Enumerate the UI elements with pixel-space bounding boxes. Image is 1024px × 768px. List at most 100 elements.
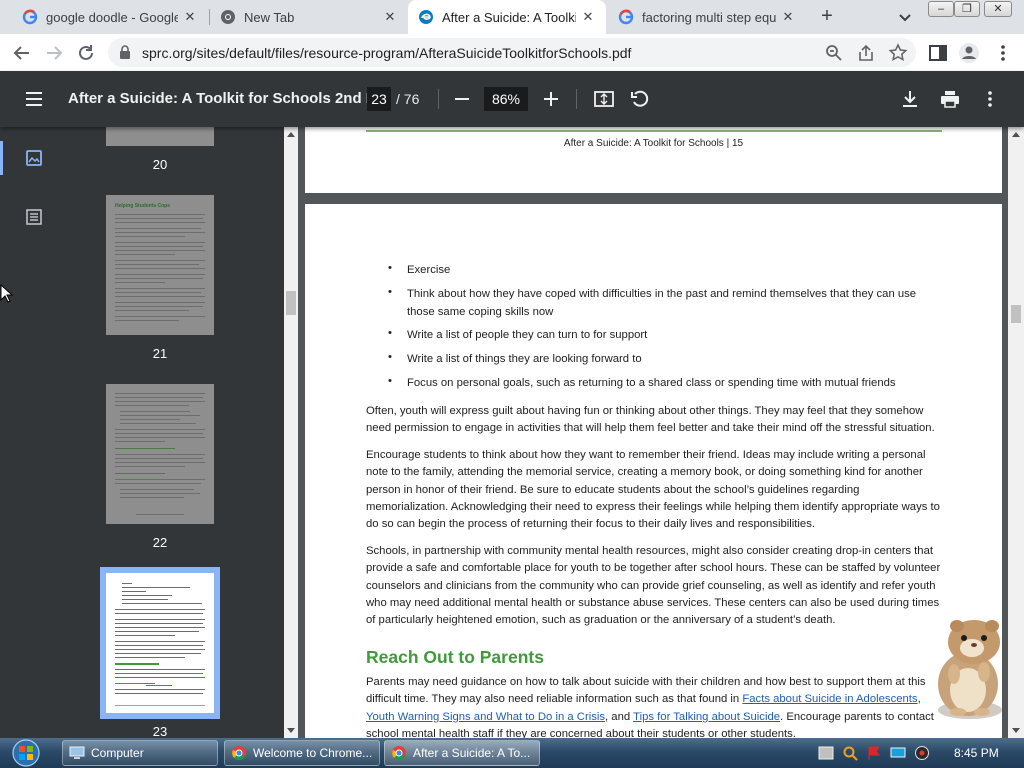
share-icon[interactable] [856, 43, 876, 63]
more-actions-icon[interactable] [979, 88, 1001, 110]
taskbar-item-after-a-suicide[interactable]: After a Suicide: A To... [384, 740, 540, 766]
page-label-21: 21 [152, 346, 168, 361]
side-panel-icon[interactable] [927, 42, 949, 64]
page-thumbnail-21[interactable]: Helping Students Cope [106, 195, 214, 335]
bullet-icon: • [388, 351, 392, 363]
thumbnail-heading: Helping Students Cope [115, 203, 170, 209]
paragraph: Schools, in partnership with community m… [366, 545, 941, 627]
bullet-item: Write a list of people they can turn to … [407, 329, 648, 341]
chevron-down-icon[interactable] [896, 8, 914, 26]
link-tips-talking[interactable]: Tips for Talking about Suicide [633, 711, 780, 723]
page-label-23: 23 [152, 724, 168, 738]
tray-app-icon[interactable] [818, 745, 834, 761]
restore-button[interactable]: ❐ [954, 1, 980, 17]
bullet-item: Exercise [407, 264, 451, 276]
scroll-down-icon[interactable] [287, 728, 295, 733]
computer-icon [69, 746, 85, 759]
windows-taskbar: Computer Welcome to Chrome... After a Su… [0, 738, 1024, 768]
browser-menu-icon[interactable] [992, 42, 1014, 64]
bullet-item: Write a list of things they are looking … [407, 353, 642, 365]
bookmark-star-icon[interactable] [888, 43, 908, 63]
tab-title: New Tab [244, 9, 295, 25]
google-icon [22, 9, 38, 25]
chrome-icon [392, 746, 406, 760]
tab-title: factoring multi step equa [642, 9, 776, 25]
hamburger-menu-icon[interactable] [24, 89, 44, 109]
page-thumbnail-23-selected[interactable] [100, 567, 220, 719]
paragraph: Often, youth will express guilt about ha… [366, 405, 935, 435]
link-facts-about-suicide[interactable]: Facts about Suicide in Adolescents [742, 693, 917, 705]
sidebar-scrollbar[interactable] [284, 127, 298, 738]
tab-google-doodle[interactable]: google doodle - Google S ✕ [12, 0, 208, 34]
taskbar-item-computer[interactable]: Computer [62, 740, 218, 766]
close-tab-icon[interactable]: ✕ [580, 9, 596, 25]
scroll-down-icon[interactable] [1012, 728, 1020, 733]
thumbnails-view-icon[interactable] [25, 149, 43, 167]
display-icon[interactable] [890, 745, 906, 761]
start-orb-icon[interactable] [6, 738, 46, 768]
print-icon[interactable] [939, 88, 961, 110]
taskbar-item-welcome-chrome[interactable]: Welcome to Chrome... [224, 740, 380, 766]
zoom-level-input[interactable]: 86% [484, 87, 528, 111]
back-arrow-icon[interactable] [11, 42, 33, 64]
hamster-mascot[interactable] [924, 612, 1014, 722]
google-icon [618, 9, 634, 25]
pdf-page-current: • Exercise • Think about how they have c… [305, 204, 1002, 738]
pdf-viewer[interactable]: After a Suicide: A Toolkit for Schools |… [298, 127, 1008, 738]
page-number-input[interactable]: 23 [367, 87, 391, 111]
close-tab-icon[interactable]: ✕ [780, 9, 796, 25]
tab-new-tab[interactable]: New Tab ✕ [210, 0, 408, 34]
close-tab-icon[interactable]: ✕ [182, 9, 198, 25]
profile-avatar-icon[interactable] [958, 42, 980, 64]
download-icon[interactable] [899, 88, 921, 110]
browser-toolbar: sprc.org/sites/default/files/resource-pr… [0, 34, 1024, 71]
window-close-button[interactable]: ✕ [984, 1, 1012, 17]
bullet-item: Focus on personal goals, such as returni… [407, 377, 896, 389]
tab-title: After a Suicide: A Toolkit f [442, 9, 576, 25]
mouse-cursor-icon [0, 284, 14, 303]
page-label-20: 20 [152, 157, 168, 172]
main-scroll-thumb[interactable] [1011, 305, 1021, 323]
link-warning-signs[interactable]: Youth Warning Signs and What to Do in a … [366, 711, 605, 723]
chrome-icon [221, 10, 235, 24]
bullet-icon: • [388, 375, 392, 387]
page-footer: After a Suicide: A Toolkit for Schools |… [563, 138, 744, 149]
reload-icon[interactable] [75, 42, 97, 64]
tab-strip: google doodle - Google S ✕ New Tab ✕ Aft… [0, 0, 1024, 34]
pdf-page-previous: After a Suicide: A Toolkit for Schools |… [305, 127, 1002, 193]
page-thumbnail-23[interactable] [106, 573, 214, 713]
search-icon[interactable] [842, 745, 858, 761]
zoom-search-icon[interactable] [824, 43, 844, 63]
section-heading: Reach Out to Parents [366, 647, 544, 667]
address-bar[interactable]: sprc.org/sites/default/files/resource-pr… [108, 38, 916, 67]
taskbar-label: Welcome to Chrome... [253, 746, 373, 760]
lock-icon[interactable] [118, 45, 132, 60]
taskbar-label: Computer [91, 746, 144, 760]
tab-factoring[interactable]: factoring multi step equa ✕ [608, 0, 806, 34]
rail-selected-indicator [0, 141, 3, 175]
forward-arrow-icon[interactable] [43, 42, 65, 64]
volume-icon[interactable] [914, 745, 930, 761]
zoom-out-icon[interactable] [451, 88, 473, 110]
tab-title: google doodle - Google S [46, 9, 178, 25]
pdf-title: After a Suicide: A Toolkit for Schools 2… [68, 90, 389, 107]
close-tab-icon[interactable]: ✕ [382, 9, 398, 25]
url-text[interactable]: sprc.org/sites/default/files/resource-pr… [142, 45, 631, 61]
clock[interactable]: 8:45 PM [954, 746, 999, 760]
fit-page-icon[interactable] [593, 88, 615, 110]
minimize-button[interactable]: – [928, 1, 954, 17]
sidebar-scroll-thumb[interactable] [286, 291, 296, 315]
page-thumbnail-22[interactable] [106, 384, 214, 524]
page-thumbnail-20[interactable] [106, 127, 214, 146]
rotate-icon[interactable] [629, 88, 651, 110]
new-tab-button[interactable]: + [816, 5, 838, 27]
paragraph: Parents may need guidance on how to talk… [366, 676, 934, 738]
scroll-up-icon[interactable] [1012, 132, 1020, 137]
scroll-up-icon[interactable] [287, 132, 295, 137]
flag-icon[interactable] [866, 745, 882, 761]
tab-after-a-suicide[interactable]: After a Suicide: A Toolkit f ✕ [408, 0, 606, 34]
footer-rule [366, 130, 942, 132]
zoom-in-icon[interactable] [540, 88, 562, 110]
chrome-icon [232, 746, 246, 760]
outline-view-icon[interactable] [25, 208, 43, 226]
